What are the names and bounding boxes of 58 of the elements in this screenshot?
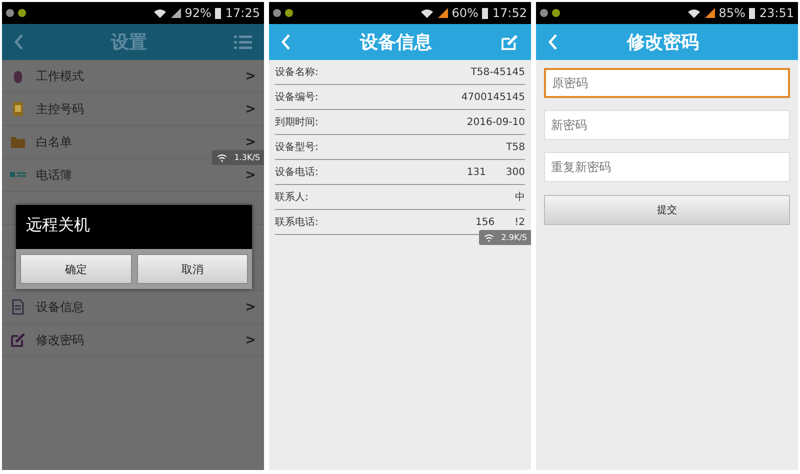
field-value: 中 xyxy=(515,190,525,204)
dialog-button[interactable]: 确定 xyxy=(20,254,132,284)
chevron-icon: > xyxy=(245,102,256,116)
document-icon xyxy=(10,299,26,315)
signal-icon xyxy=(438,8,448,18)
submit-button[interactable]: 提交 xyxy=(544,195,790,225)
clock-time: 17:52 xyxy=(492,6,527,20)
wifi-icon xyxy=(152,8,167,18)
field-label: 设备电话: xyxy=(275,166,318,179)
chevron-icon: > xyxy=(245,134,256,150)
screen-title: 设备信息 xyxy=(358,31,433,54)
wifi-icon xyxy=(420,8,434,18)
signal-icon xyxy=(170,8,181,18)
settings-menu-item[interactable]: 工作模式 > xyxy=(2,60,264,93)
screen-title: 修改密码 xyxy=(626,31,700,54)
field-value: 156 xyxy=(476,216,495,228)
phone-icon xyxy=(10,101,26,117)
settings-menu-item[interactable]: 主控号码 > xyxy=(2,93,264,126)
settings-menu-item[interactable]: 修改密码 > xyxy=(2,324,264,357)
field-value: 131 xyxy=(466,166,486,178)
dialog-button[interactable]: 取消 xyxy=(136,254,248,284)
field-label: 联系电话: xyxy=(275,216,318,229)
field-value: T58-45145 xyxy=(470,66,525,78)
chevron-icon: > xyxy=(245,332,256,348)
network-speed-badge: 2.9K/S xyxy=(479,230,531,245)
wifi-icon xyxy=(686,8,701,18)
battery-icon xyxy=(482,8,488,18)
field-value: !2 xyxy=(514,216,525,228)
field-label: 设备型号: xyxy=(275,140,318,154)
field-value: 300 xyxy=(506,166,525,178)
field-label: 设备编号: xyxy=(275,90,318,104)
dialog-title: 远程关机 xyxy=(16,205,252,249)
edit-icon[interactable] xyxy=(501,34,519,50)
field-label: 设备名称: xyxy=(275,66,318,79)
list-menu-icon[interactable] xyxy=(234,34,252,50)
battery-level: 85% xyxy=(718,6,746,20)
screen-title: 设置 xyxy=(110,31,148,54)
chevron-icon: > xyxy=(245,300,256,314)
field-value: T58 xyxy=(506,142,525,152)
battery-level: 92% xyxy=(184,6,212,20)
battery-icon xyxy=(215,8,222,18)
chevron-icon: > xyxy=(245,168,256,182)
clock-time: 23:51 xyxy=(759,6,794,20)
chevron-icon: > xyxy=(245,68,256,84)
back-icon[interactable] xyxy=(14,34,24,50)
field-label: 到期时间: xyxy=(275,116,318,129)
network-speed-badge: 1.3K/S xyxy=(212,150,264,165)
field-value: 2016-09-10 xyxy=(466,116,525,128)
settings-menu-item[interactable]: 设备信息 > xyxy=(2,291,264,324)
battery-icon xyxy=(749,8,756,18)
folder-icon xyxy=(10,134,26,150)
field-value: 4700145145 xyxy=(461,92,525,102)
field-label: 联系人: xyxy=(275,190,308,204)
signal-icon xyxy=(704,8,715,18)
edit-icon xyxy=(10,332,26,348)
password-field[interactable]: 原密码 xyxy=(544,68,790,98)
clock-time: 17:25 xyxy=(225,6,260,20)
battery-level: 60% xyxy=(452,6,478,20)
